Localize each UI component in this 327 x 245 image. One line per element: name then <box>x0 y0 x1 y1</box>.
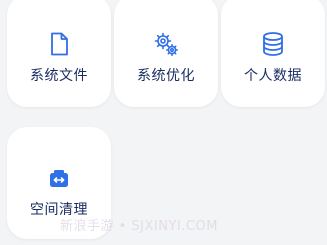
watermark: 新浪手游 • SJXINYI.COM <box>60 219 218 234</box>
tile-label: 系统文件 <box>30 68 88 84</box>
database-icon <box>263 32 283 56</box>
tile-system-files[interactable]: 系统文件 <box>7 0 111 107</box>
tile-system-optimize[interactable]: 系统优化 <box>114 0 218 107</box>
tile-label: 系统优化 <box>137 68 195 84</box>
tile-personal-data[interactable]: 个人数据 <box>221 0 325 107</box>
gears-icon <box>154 32 178 56</box>
tile-label: 个人数据 <box>244 68 302 84</box>
document-icon <box>51 32 68 56</box>
storage-clean-icon <box>50 170 68 187</box>
